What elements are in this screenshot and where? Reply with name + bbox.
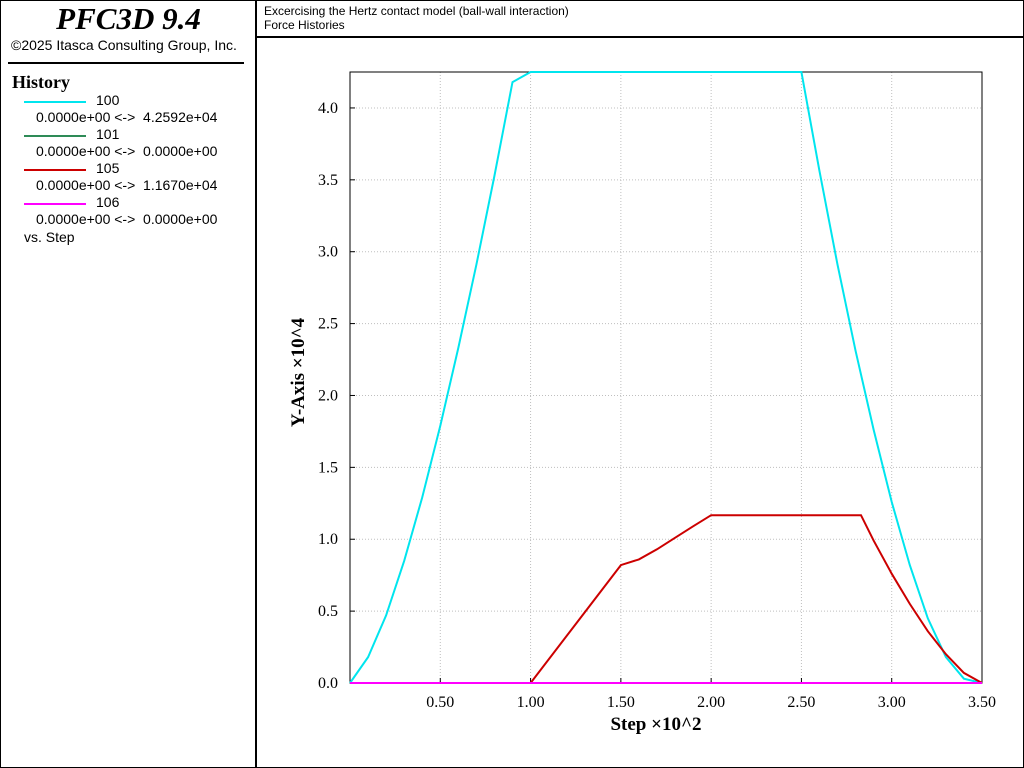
series-line-105 <box>350 514 983 684</box>
ticks: 0.50 1.00 1.50 2.00 2.50 3.00 3.50 0.0 0.5 1.0 1.5… <box>318 100 996 711</box>
y-tick-label: 1.0 <box>318 531 338 548</box>
y-tick-label: 2.0 <box>318 387 338 404</box>
y-tick-label: 3.0 <box>318 244 338 261</box>
y-tick-label: 4.0 <box>318 100 338 117</box>
x-tick-label: 3.50 <box>968 694 996 711</box>
y-tick-label: 2.5 <box>318 316 338 333</box>
x-tick-label: 2.50 <box>787 694 815 711</box>
y-tick-label: 0.5 <box>318 603 338 620</box>
x-tick-label: 0.50 <box>426 694 454 711</box>
x-tick-label: 3.00 <box>878 694 906 711</box>
y-axis-label: Y-Axis ×10^4 <box>288 317 309 427</box>
force-history-chart: 0.50 1.00 1.50 2.00 2.50 3.00 3.50 0.0 0.5 1.0 1.5… <box>288 71 996 735</box>
x-tick-label: 1.50 <box>607 694 635 711</box>
grid <box>350 72 983 684</box>
x-tick-label: 1.00 <box>517 694 545 711</box>
series-lines <box>349 71 983 684</box>
y-tick-label: 0.0 <box>318 675 338 692</box>
y-tick-label: 1.5 <box>318 459 338 476</box>
axes-box <box>349 71 983 684</box>
x-axis-label: Step ×10^2 <box>610 714 701 735</box>
x-tick-label: 2.00 <box>697 694 725 711</box>
series-line-100 <box>349 71 983 684</box>
y-tick-label: 3.5 <box>318 172 338 189</box>
